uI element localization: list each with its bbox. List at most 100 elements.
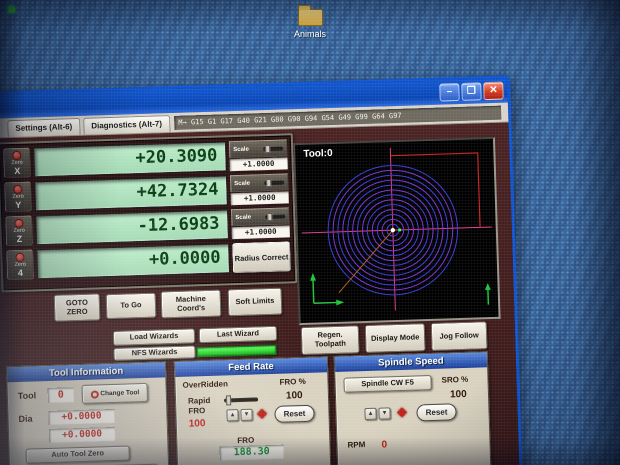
x-scale-header: Scale [228,139,288,159]
axis-letter: 4 [17,267,24,278]
fro-up-button[interactable]: ▲ [226,409,239,422]
axis-letter: Z [16,233,23,244]
nfs-wizards-button[interactable]: NFS Wizards [113,345,196,361]
rpm-label: RPM [347,440,366,450]
rpm-dro[interactable]: 0 [381,439,387,450]
tool-diameter-dro[interactable]: +0.0000 [48,408,115,426]
fro-reset-button[interactable]: Reset [274,404,315,423]
fro-indicator-icon [257,408,267,419]
to-go-button[interactable]: To Go [105,292,157,320]
minimize-icon: – [446,86,453,98]
z-scale-dro[interactable]: +1.0000 [231,225,290,240]
mach3-window: – ❐ ✕ Settings (Alt-6) Diagnostics (Alt-… [0,75,526,465]
x-scale-column: Scale +1.0000 [228,139,288,172]
zero-z-button[interactable]: Zero Z [5,215,34,247]
tool-information-title: Tool Information [6,362,166,383]
load-wizards-button[interactable]: Load Wizards [112,328,196,346]
slider-thumb[interactable] [266,178,272,187]
z-scale-slider[interactable] [265,212,286,221]
radius-correct-button[interactable]: Radius Correct [232,241,292,274]
feed-rate-panel: Feed Rate OverRidden FRO % Rapid FRO 100… [173,356,336,465]
axis-letter: Y [15,199,22,210]
feed-rate-title: Feed Rate [174,357,328,378]
x-axis-dro[interactable]: +20.3090 [33,141,227,178]
x-scale-dro[interactable]: +1.0000 [229,157,288,172]
sro-indicator-icon [397,407,407,418]
zero-y-button[interactable]: Zero Y [4,181,33,213]
sro-percent-dro[interactable]: 100 [450,389,467,401]
zero-x-button[interactable]: Zero X [3,147,31,179]
rapid-label: Rapid [187,395,211,406]
tool-label: Tool [17,390,37,401]
rapid-fro-dro[interactable]: 100 [189,418,206,430]
status-led-icon [8,6,15,13]
sro-reset-button[interactable]: Reset [416,403,457,422]
change-tool-label: Change Tool [100,388,140,398]
feedrate-dro[interactable]: 188.30 [219,444,284,461]
spindle-cw-button[interactable]: Spindle CW F5 [343,374,432,393]
fro-readout-label: FRO [237,435,255,446]
red-led-icon [13,184,23,195]
y-axis-dro[interactable]: +42.7324 [34,175,228,212]
sro-percent-label: SRO % [441,374,469,385]
z-scale-column: Scale +1.0000 [231,207,290,240]
y-scale-header: Scale [229,173,289,193]
tab-settings[interactable]: Settings (Alt-6) [7,117,81,138]
slider-thumb[interactable] [225,395,232,406]
red-ring-icon [90,389,99,399]
change-tool-button[interactable]: Change Tool [81,382,149,404]
maximize-button[interactable]: ❐ [461,82,482,101]
tab-diagnostics[interactable]: Diagnostics (Alt-7) [83,115,171,135]
tool-number-label: Tool:0 [303,147,333,160]
fro-slider[interactable] [223,395,259,406]
fro-label: FRO [188,406,206,416]
sro-down-button[interactable]: ▼ [378,407,391,420]
dia-label: Dia [18,413,33,424]
desktop-icon-animals[interactable]: Animals [283,5,337,39]
maximize-icon: ❐ [466,85,477,97]
last-wizard-button[interactable]: Last Wizard [198,325,278,344]
red-led-icon [12,150,22,161]
close-icon: ✕ [489,84,498,97]
scale-label: Scale [235,214,252,221]
scale-label: Scale [233,146,249,153]
red-led-icon [15,252,25,262]
y-scale-dro[interactable]: +1.0000 [230,191,289,206]
folder-label: Animals [293,29,326,39]
slider-thumb[interactable] [265,144,271,153]
tool-number-dro[interactable]: 0 [47,387,75,404]
minimize-button[interactable]: – [439,82,460,102]
display-mode-button[interactable]: Display Mode [364,323,426,354]
tool-height-dro[interactable]: +0.0000 [48,426,116,444]
scale-label: Scale [234,180,251,187]
fro-percent-label: FRO % [279,376,306,387]
fourth-axis-dro[interactable]: +0.0000 [36,243,231,280]
red-led-icon [14,218,24,229]
soft-limits-button[interactable]: Soft Limits [227,287,283,317]
toolpath-canvas [301,147,492,311]
fro-down-button[interactable]: ▼ [240,408,253,422]
close-button[interactable]: ✕ [483,81,504,101]
machine-coords-button[interactable]: Machine Coord's [160,289,222,319]
titlebar-buttons: – ❐ ✕ [439,81,504,102]
spindle-speed-panel: Spindle Speed Spindle CW F5 SRO % 100 ▲ … [333,351,496,465]
regen-toolpath-button[interactable]: Regen. Toolpath [300,325,360,356]
x-scale-slider[interactable] [263,144,284,153]
folder-icon [297,5,323,26]
slider-thumb[interactable] [267,212,273,221]
jog-follow-button[interactable]: Jog Follow [430,321,488,351]
axis-letter: X [14,165,21,176]
tool-information-panel: Tool Information Tool 0 Change Tool Dia … [5,361,174,465]
goto-zero-button[interactable]: GOTO ZERO [53,293,101,322]
overridden-label: OverRidden [182,379,229,390]
sro-up-button[interactable]: ▲ [364,407,377,421]
y-scale-slider[interactable] [264,178,285,187]
fro-percent-dro[interactable]: 100 [286,390,303,402]
auto-tool-zero-button[interactable]: Auto Tool Zero [25,445,130,464]
zero-4-button[interactable]: Zero 4 [6,249,35,281]
spindle-speed-title: Spindle Speed [334,352,488,373]
toolpath-display[interactable]: Tool:0 [293,136,501,326]
wizard-status-bar [196,344,277,358]
screen-body: Zero X +20.3090 Scale +1.0000 Zero Y +42… [0,122,523,465]
z-axis-dro[interactable]: -12.6983 [35,209,229,246]
